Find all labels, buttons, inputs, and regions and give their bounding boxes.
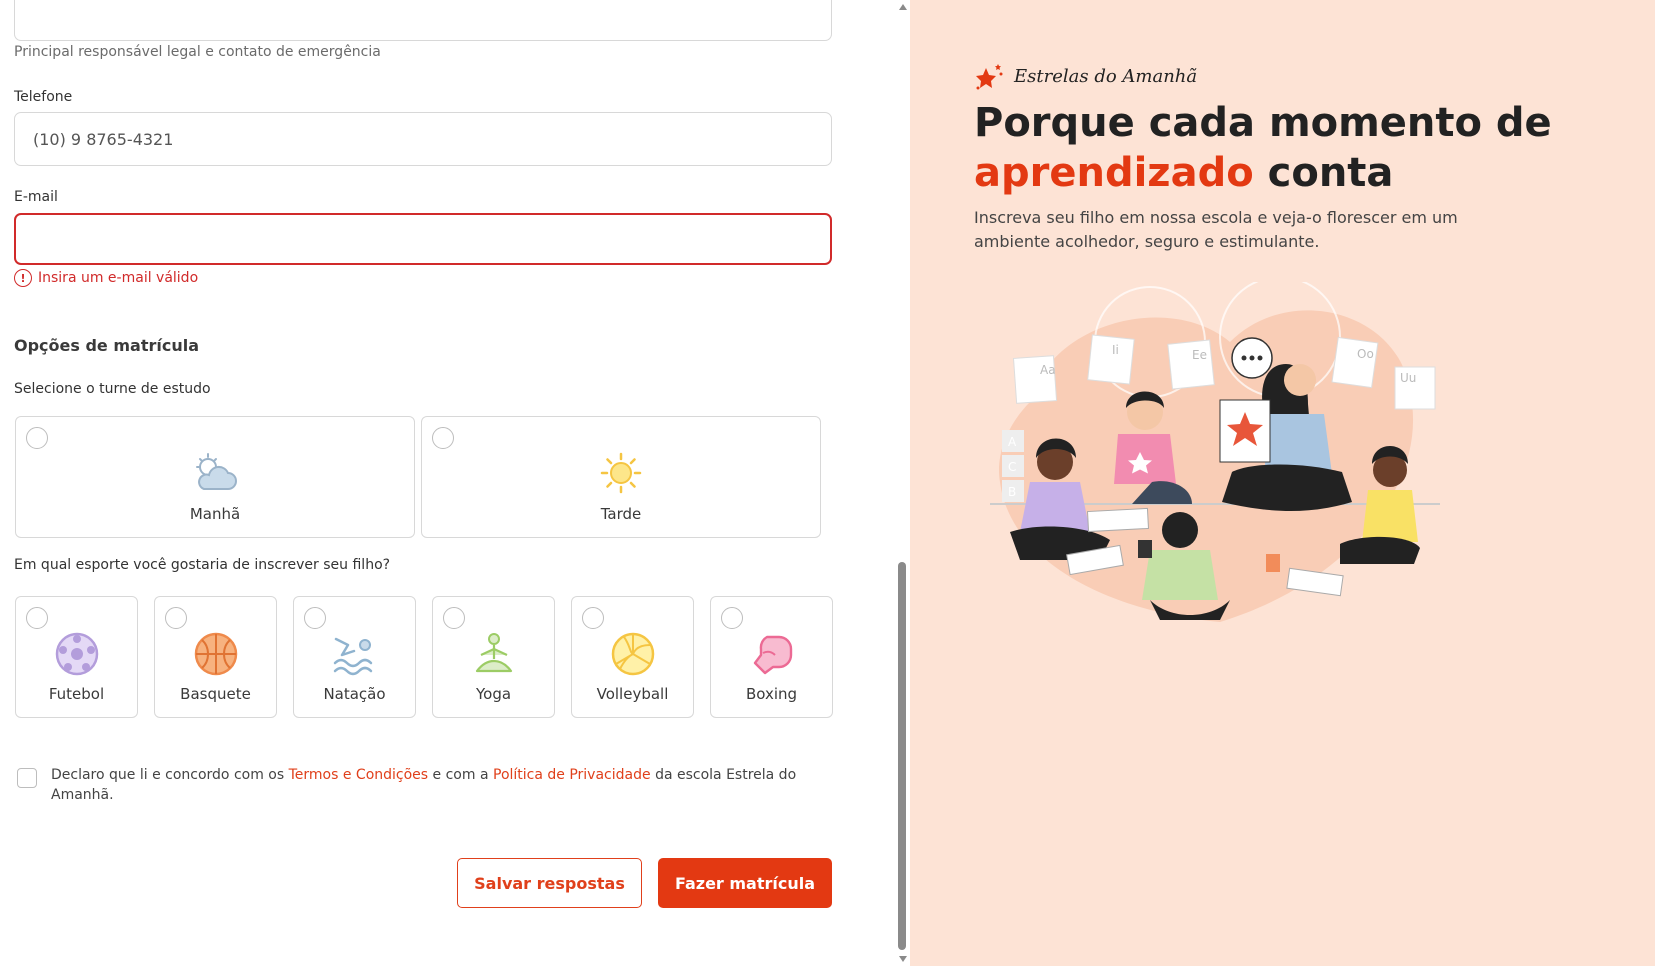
radio-button[interactable] bbox=[721, 607, 743, 629]
sport-label: Natação bbox=[323, 685, 386, 703]
scrollbar-thumb[interactable] bbox=[898, 562, 906, 950]
headline-part1: Porque cada momento de bbox=[974, 100, 1552, 146]
phone-input[interactable]: (10) 9 8765-4321 bbox=[14, 112, 832, 166]
section-title: Opções de matrícula bbox=[14, 336, 199, 355]
headline-accent: aprendizado bbox=[974, 150, 1254, 196]
block-letter-c: C bbox=[1008, 460, 1016, 474]
shift-option-morning[interactable]: Manhã bbox=[15, 416, 415, 538]
save-answers-button[interactable]: Salvar respostas bbox=[457, 858, 642, 908]
sport-label: Yoga bbox=[475, 685, 512, 703]
scroll-down-arrow-icon[interactable] bbox=[899, 956, 907, 962]
sport-option-volleyball[interactable]: Volleyball bbox=[571, 596, 694, 718]
sport-label: Futebol bbox=[48, 685, 105, 703]
shift-label-morning: Manhã bbox=[189, 505, 241, 523]
error-icon: ! bbox=[14, 269, 32, 287]
soccer-ball-icon bbox=[55, 632, 98, 676]
swimmer-icon bbox=[333, 637, 372, 676]
block-letter-b: B bbox=[1008, 485, 1016, 499]
email-label: E-mail bbox=[14, 189, 58, 205]
sport-option-boxing[interactable]: Boxing bbox=[710, 596, 833, 718]
shift-question: Selecione o turne de estudo bbox=[14, 381, 211, 397]
sport-label: Volleyball bbox=[596, 685, 669, 703]
radio-button[interactable] bbox=[26, 607, 48, 629]
brand-name: Estrelas do Amanhã bbox=[1014, 65, 1198, 87]
promo-subtitle: Inscreva seu filho em nossa escola e vej… bbox=[974, 208, 1458, 251]
sport-question: Em qual esporte você gostaria de inscrev… bbox=[14, 557, 391, 573]
phone-label: Telefone bbox=[14, 89, 73, 105]
radio-button[interactable] bbox=[582, 607, 604, 629]
boxing-glove-icon bbox=[753, 635, 792, 675]
enroll-button[interactable]: Fazer matrícula bbox=[658, 858, 832, 908]
cloud-sun-icon bbox=[196, 453, 237, 490]
sport-option-natacao[interactable]: Natação bbox=[293, 596, 416, 718]
email-error-text: Insira um e-mail válido bbox=[38, 270, 199, 286]
basketball-icon bbox=[194, 632, 237, 676]
star-logo-icon bbox=[976, 64, 1003, 90]
radio-button[interactable] bbox=[443, 607, 465, 629]
scroll-up-arrow-icon[interactable] bbox=[899, 4, 907, 10]
terms-link[interactable]: Termos e Condições bbox=[289, 767, 428, 783]
volleyball-icon bbox=[611, 632, 654, 676]
yoga-icon bbox=[475, 633, 512, 673]
classroom-illustration: Aa Ii Ee Oo Uu A B C bbox=[990, 282, 1440, 622]
block-letter-a: A bbox=[1008, 435, 1017, 449]
scrollbar[interactable] bbox=[895, 0, 910, 966]
brand: Estrelas do Amanhã bbox=[974, 62, 1197, 90]
sport-option-yoga[interactable]: Yoga bbox=[432, 596, 555, 718]
email-error: ! Insira um e-mail válido bbox=[14, 269, 198, 287]
shift-option-afternoon[interactable]: Tarde bbox=[421, 416, 821, 538]
sun-icon bbox=[600, 452, 642, 494]
privacy-link[interactable]: Política de Privacidade bbox=[493, 767, 651, 783]
email-input[interactable] bbox=[14, 213, 832, 265]
radio-button[interactable] bbox=[26, 427, 48, 449]
card-letters-uu: Uu bbox=[1400, 371, 1416, 385]
radio-button[interactable] bbox=[432, 427, 454, 449]
sport-label: Boxing bbox=[745, 685, 798, 703]
card-letters-aa: Aa bbox=[1040, 363, 1056, 377]
card-letters-ee: Ee bbox=[1192, 348, 1207, 362]
radio-button[interactable] bbox=[304, 607, 326, 629]
terms-middle: e com a bbox=[432, 767, 489, 783]
guardian-name-input[interactable] bbox=[14, 0, 832, 41]
sport-label: Basquete bbox=[180, 685, 251, 703]
promo-panel: Estrelas do Amanhã Porque cada momento d… bbox=[910, 0, 1655, 966]
guardian-helper-text: Principal responsável legal e contato de… bbox=[14, 44, 381, 60]
headline: Porque cada momento de aprendizado conta bbox=[974, 98, 1614, 198]
speech-bubble bbox=[1231, 337, 1273, 379]
radio-button[interactable] bbox=[165, 607, 187, 629]
sport-option-futebol[interactable]: Futebol bbox=[15, 596, 138, 718]
terms-prefix: Declaro que li e concordo com os bbox=[51, 767, 285, 783]
shift-label-afternoon: Tarde bbox=[600, 505, 642, 523]
enrollment-form: Principal responsável legal e contato de… bbox=[0, 0, 895, 966]
headline-part2: conta bbox=[1267, 150, 1394, 196]
terms-text: Declaro que li e concordo com os Termos … bbox=[51, 765, 811, 805]
card-letters-oo: Oo bbox=[1357, 347, 1374, 361]
terms-checkbox[interactable] bbox=[17, 768, 37, 788]
enrollment-page: Principal responsável legal e contato de… bbox=[0, 0, 1655, 966]
sport-option-basquete[interactable]: Basquete bbox=[154, 596, 277, 718]
card-letters-ii: Ii bbox=[1112, 343, 1119, 357]
